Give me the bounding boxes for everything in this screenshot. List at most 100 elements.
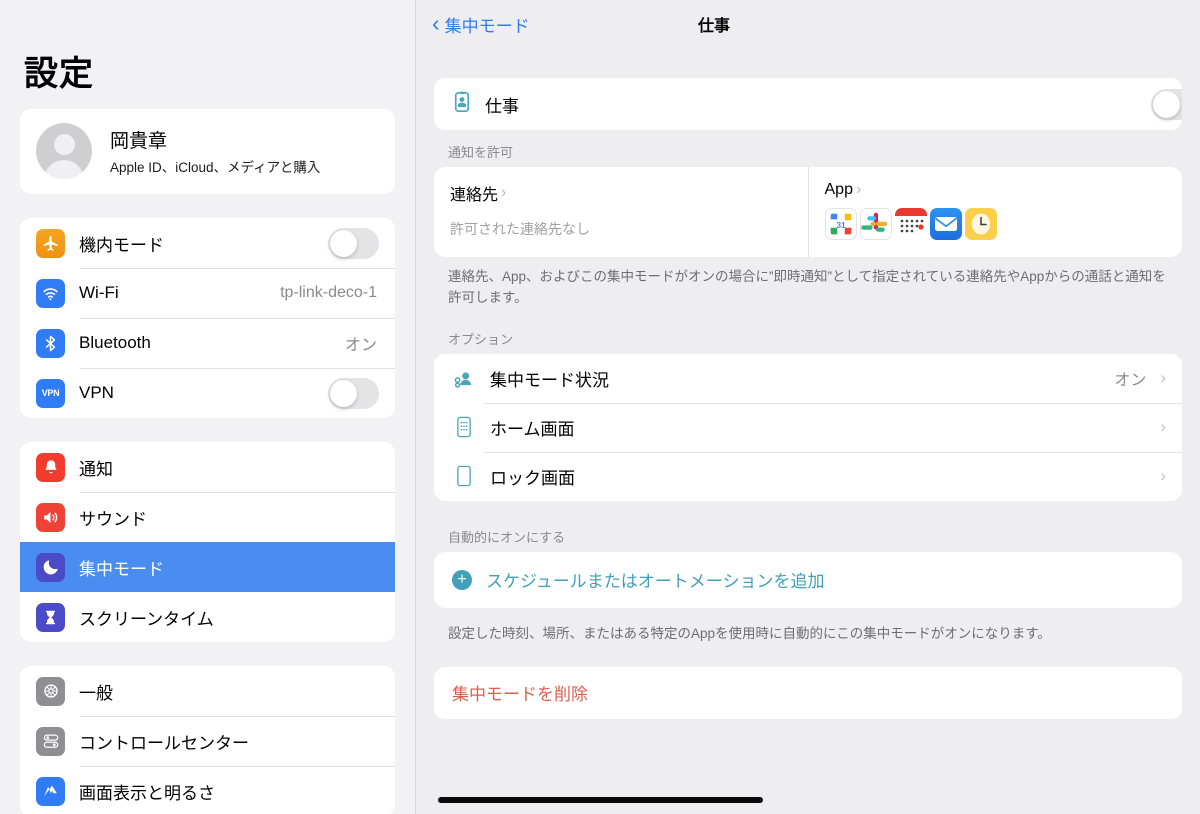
sidebar-item-label: 機内モード <box>79 235 164 255</box>
airplane-icon <box>36 228 65 258</box>
allow-notifications-footnote: 連絡先、App、およびこの集中モードがオンの場合に”即時通知”として指定されてい… <box>448 269 1166 305</box>
option-row-home-screen[interactable]: ホーム画面 › <box>434 402 1182 452</box>
calendar-grid-icon <box>894 208 927 240</box>
apps-cell[interactable]: App › 31 <box>807 167 1183 257</box>
detail-scroll-area[interactable]: 仕事 通知を許可 連絡先 › 許可された連絡先なし App › 31 連絡先、A… <box>416 48 1200 719</box>
wifi-icon <box>36 278 65 308</box>
chevron-right-icon: › <box>855 181 862 198</box>
settings-sidebar: 設定 岡貴章 Apple ID、iCloud、メディアと購入 機内モード Wi-… <box>0 0 416 814</box>
sidebar-item-sounds[interactable]: サウンド <box>20 492 395 542</box>
allow-notifications-card: 連絡先 › 許可された連絡先なし App › 31 <box>434 167 1182 257</box>
sidebar-item-label: スクリーンタイム <box>79 609 214 629</box>
mail-icon <box>929 208 962 240</box>
sidebar-group-connectivity: 機内モード Wi-Fi tp-link-deco-1 Bluetooth オン … <box>20 218 395 418</box>
sidebar-item-general[interactable]: 一般 <box>20 666 395 716</box>
settings-app: 設定 岡貴章 Apple ID、iCloud、メディアと購入 機内モード Wi-… <box>0 0 1200 814</box>
delete-focus-row[interactable]: 集中モードを削除 <box>434 667 1182 719</box>
sidebar-item-label: VPN <box>79 383 114 402</box>
avatar <box>36 123 92 179</box>
add-schedule-label: スケジュールまたはオートメーションを追加 <box>486 572 825 592</box>
sidebar-item-label: コントロールセンター <box>79 733 249 753</box>
lock-screen-icon <box>452 465 476 487</box>
vpn-icon: VPN <box>36 378 65 408</box>
slack-icon <box>859 208 892 240</box>
add-schedule-row[interactable]: + スケジュールまたはオートメーションを追加 <box>434 552 1182 608</box>
nav-title: 仕事 <box>697 18 730 35</box>
svg-text:31: 31 <box>836 220 846 230</box>
focus-header-row: 仕事 <box>434 78 1182 130</box>
bluetooth-icon <box>36 328 65 358</box>
sidebar-group-notifications: 通知 サウンド 集中モード スクリーンタイム <box>20 442 395 642</box>
account-card: 岡貴章 Apple ID、iCloud、メディアと購入 <box>20 109 395 194</box>
options-label: オプション <box>448 331 514 347</box>
moon-icon <box>36 552 65 582</box>
focus-enable-toggle[interactable] <box>1151 88 1182 120</box>
sidebar-item-vpn[interactable]: VPN VPN <box>20 368 395 418</box>
account-row[interactable]: 岡貴章 Apple ID、iCloud、メディアと購入 <box>20 109 395 194</box>
vpn-toggle[interactable] <box>328 377 379 409</box>
chevron-left-icon: ‹ <box>432 9 440 36</box>
hourglass-icon <box>36 602 65 632</box>
sidebar-item-control-center[interactable]: コントロールセンター <box>20 716 395 766</box>
chevron-right-icon: › <box>1160 466 1166 486</box>
google-calendar-icon: 31 <box>824 208 857 240</box>
display-brightness-icon <box>36 776 65 806</box>
sidebar-item-label: サウンド <box>79 509 147 529</box>
contacts-cell[interactable]: 連絡先 › 許可された連絡先なし <box>434 167 808 257</box>
automation-label: 自動的にオンにする <box>448 529 566 545</box>
account-subtitle: Apple ID、iCloud、メディアと購入 <box>110 160 321 175</box>
back-button[interactable]: ‹ 集中モード <box>432 9 530 37</box>
chevron-right-icon: › <box>1160 368 1166 388</box>
airplane-mode-toggle[interactable] <box>328 227 379 259</box>
sidebar-item-label: 通知 <box>79 459 113 479</box>
focus-status-icon <box>452 368 476 389</box>
contacts-subtitle: 許可された連絡先なし <box>450 221 590 237</box>
sidebar-item-label: 一般 <box>79 683 113 703</box>
navigation-bar: ‹ 集中モード 仕事 <box>416 0 1200 48</box>
sidebar-item-label: Bluetooth <box>79 333 151 352</box>
gear-icon <box>36 676 65 706</box>
clock-icon <box>964 208 997 240</box>
sidebar-item-label: 画面表示と明るさ <box>79 783 215 803</box>
chevron-right-icon: › <box>501 184 507 201</box>
sidebar-item-wifi[interactable]: Wi-Fi tp-link-deco-1 <box>20 268 395 318</box>
contacts-title: 連絡先 <box>450 187 499 204</box>
account-name: 岡貴章 <box>110 131 168 152</box>
allow-notifications-label: 通知を許可 <box>448 145 514 160</box>
automation-footnote: 設定した時刻、場所、またはある特定のAppを使用時に自動的にこの集中モードがオン… <box>448 625 1051 641</box>
focus-status-value: オン <box>1114 372 1147 390</box>
option-label: ホーム画面 <box>490 419 575 439</box>
sidebar-item-label: Wi-Fi <box>79 283 119 302</box>
delete-focus-label: 集中モードを削除 <box>452 685 588 705</box>
bluetooth-status-value: オン <box>344 337 377 354</box>
focus-header-card: 仕事 <box>434 78 1182 130</box>
option-label: 集中モード状況 <box>490 370 609 390</box>
chevron-right-icon: › <box>1160 417 1166 437</box>
apps-title: App <box>824 181 853 198</box>
focus-detail-pane: ‹ 集中モード 仕事 仕事 通知を許可 連絡先 › 許可された連絡先なし App… <box>416 0 1200 814</box>
home-screen-icon <box>452 416 476 438</box>
person-badge-icon <box>452 91 472 118</box>
option-row-lock-screen[interactable]: ロック画面 › <box>434 451 1182 501</box>
home-indicator <box>438 797 763 803</box>
allowed-app-icons: 31 <box>824 208 1167 240</box>
focus-name: 仕事 <box>485 96 519 116</box>
option-label: ロック画面 <box>490 468 575 488</box>
back-button-label: 集中モード <box>444 16 530 36</box>
automation-card: + スケジュールまたはオートメーションを追加 <box>434 551 1182 608</box>
options-card: 集中モード状況 オン › ホーム画面 › ロック画面 › <box>434 353 1182 501</box>
control-center-icon <box>36 726 65 756</box>
speaker-icon <box>36 502 65 532</box>
option-row-focus-status[interactable]: 集中モード状況 オン › <box>434 354 1182 403</box>
sidebar-item-airplane-mode[interactable]: 機内モード <box>20 218 395 268</box>
sidebar-group-system: 一般 コントロールセンター 画面表示と明るさ <box>20 666 395 814</box>
sidebar-item-display-brightness[interactable]: 画面表示と明るさ <box>20 766 395 814</box>
sidebar-item-label: 集中モード <box>79 559 164 579</box>
delete-focus-card: 集中モードを削除 <box>434 666 1182 719</box>
sidebar-item-screen-time[interactable]: スクリーンタイム <box>20 592 395 642</box>
bell-icon <box>36 452 65 482</box>
sidebar-item-bluetooth[interactable]: Bluetooth オン <box>20 318 395 368</box>
sidebar-item-notifications[interactable]: 通知 <box>20 442 395 492</box>
sidebar-item-focus[interactable]: 集中モード <box>20 542 395 592</box>
wifi-network-value: tp-link-deco-1 <box>280 284 377 301</box>
